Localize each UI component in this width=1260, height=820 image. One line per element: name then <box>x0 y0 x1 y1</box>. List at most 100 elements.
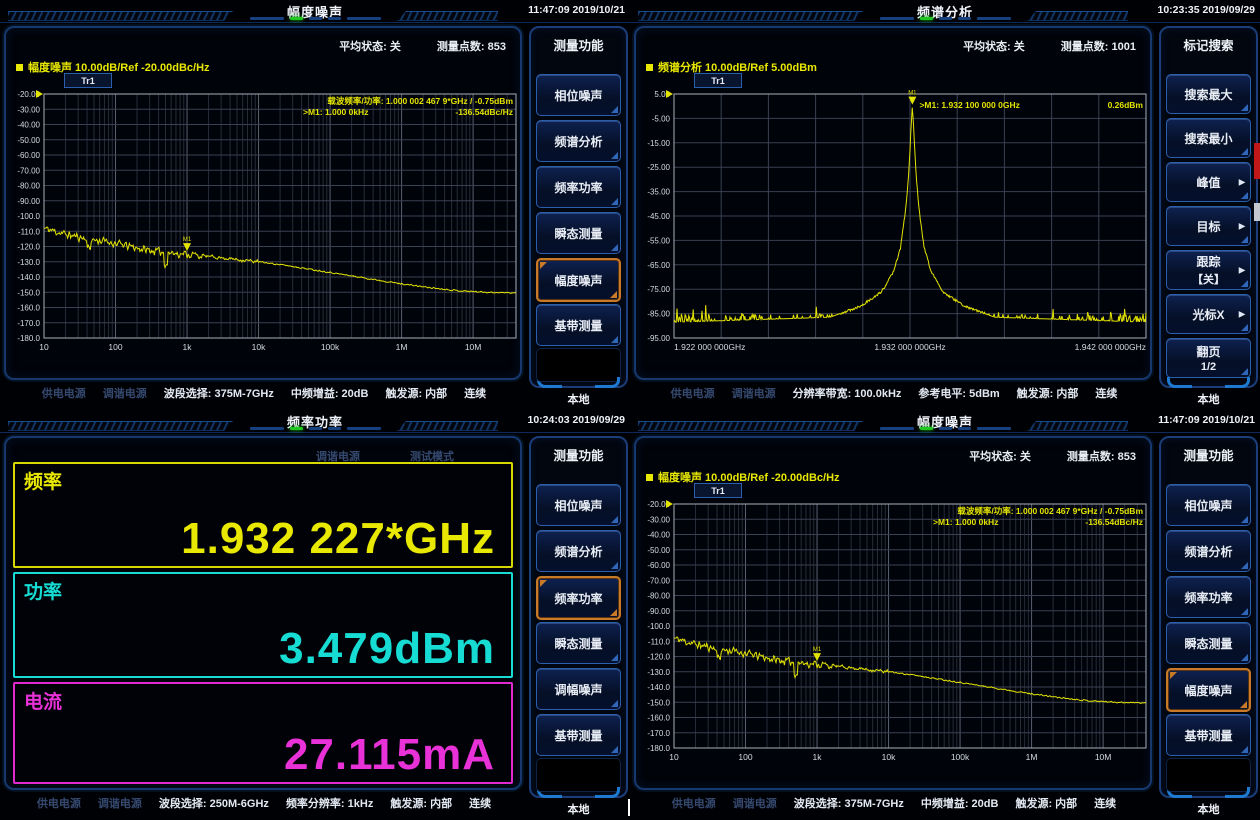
empty-menu-slot <box>536 758 621 792</box>
menu-button-transient[interactable]: 瞬态测量 <box>536 622 621 664</box>
y-tick: -65.00 <box>647 261 670 270</box>
freq-resolution-status: 频率分辨率: 1kHz <box>286 795 373 811</box>
menu-button-search-min[interactable]: 搜索最小 <box>1166 118 1251 158</box>
menu-button-peak[interactable]: 峰值▶ <box>1166 162 1251 202</box>
x-tick: 10k <box>252 342 266 352</box>
menu-button-spectrum[interactable]: 频谱分析 <box>1166 530 1251 572</box>
y-tick: -80.00 <box>17 182 40 191</box>
freq-power-panel: 调谐电源 测试模式 频率 1.932 227*GHz 功率 3.479dBm 电… <box>4 436 522 790</box>
menu-button-phase-noise[interactable]: 相位噪声 <box>536 484 621 526</box>
menu-button-baseband[interactable]: 基带测量 <box>536 714 621 756</box>
trace-header: 幅度噪声 10.00dB/Ref -20.00dBc/Hz <box>16 59 210 75</box>
plot-panel: 平均状态: 关 测量点数: 853 幅度噪声 10.00dB/Ref -20.0… <box>634 436 1152 790</box>
active-dash <box>290 427 303 430</box>
y-tick: -50.00 <box>647 546 670 555</box>
average-state: 平均状态: 关 <box>339 38 401 54</box>
empty-menu-slot <box>536 348 621 382</box>
power-supply-status: 供电电源 <box>671 385 715 401</box>
y-tick: -160.0 <box>647 714 670 723</box>
continuous-status: 连续 <box>1094 795 1116 811</box>
measure-status-row: 平均状态: 关 测量点数: 853 <box>969 448 1136 464</box>
band-select-status: 波段选择: 250M-6GHz <box>159 795 269 811</box>
menu-button-phase-noise[interactable]: 相位噪声 <box>536 74 621 116</box>
grid <box>674 94 1146 338</box>
submenu-arrow-icon: ▶ <box>1239 222 1245 231</box>
dash <box>250 427 284 430</box>
menu-frame: 测量功能 相位噪声 频谱分析 频率功率 瞬态测量 幅度噪声 基带测量 <box>529 26 628 388</box>
menu-button-spectrum[interactable]: 频谱分析 <box>536 120 621 162</box>
menu-column: 测量功能 相位噪声 频谱分析 频率功率 瞬态测量 调幅噪声 基带测量 本地 <box>528 410 629 820</box>
y-tick: -160.0 <box>17 304 40 313</box>
x-tick: 100k <box>951 752 970 762</box>
active-dash <box>920 17 933 20</box>
x-tick: 1M <box>1026 752 1038 762</box>
x-tick: 1.942 000 000GHz <box>1075 342 1146 352</box>
y-tick: -100.0 <box>647 622 670 631</box>
y-tick: -35.00 <box>647 188 670 197</box>
band-select-status: 波段选择: 375M-7GHz <box>794 795 904 811</box>
menu-button-freq-power[interactable]: 频率功率 <box>1166 576 1251 618</box>
quadrant-spectrum: 频谱分析 10:23:35 2019/09/29 平均状态: 关 测量点数: 1… <box>630 0 1260 410</box>
measure-points: 测量点数: 853 <box>1067 448 1136 464</box>
measure-points: 测量点数: 853 <box>437 38 506 54</box>
trigger-source-status: 触发源: 内部 <box>390 795 452 811</box>
menu-button-page[interactable]: 翻页1/2 <box>1166 338 1251 378</box>
y-tick: -45.00 <box>647 212 670 221</box>
menu-button-freq-power[interactable]: 频率功率 <box>536 576 621 620</box>
menu-button-freq-power[interactable]: 频率功率 <box>536 166 621 208</box>
dash <box>347 17 381 20</box>
dash <box>328 17 341 20</box>
menu-button-amplitude-noise[interactable]: 幅度噪声 <box>536 258 621 302</box>
active-dash <box>920 427 933 430</box>
quadrant-freq-power: 频率功率 10:24:03 2019/09/29 调谐电源 测试模式 频率 1.… <box>0 410 630 820</box>
menu-button-baseband[interactable]: 基带测量 <box>536 304 621 346</box>
quadrant-amplitude-noise-1: 幅度噪声 11:47:09 2019/10/21 平均状态: 关 测量点数: 8… <box>0 0 630 410</box>
edge-window-sliver-red <box>1254 143 1260 179</box>
menu-button-cursor-x[interactable]: 光标X▶ <box>1166 294 1251 334</box>
menu-button-phase-noise[interactable]: 相位噪声 <box>1166 484 1251 526</box>
menu-column: 标记搜索 搜索最大 搜索最小 峰值▶ 目标▶ 跟踪【关】▶ 光标X▶ 翻页1/2… <box>1158 0 1259 410</box>
power-supply-status: 供电电源 <box>672 795 716 811</box>
plot-panel: 平均状态: 关 测量点数: 1001 频谱分析 10.00dB/Ref 5.00… <box>634 26 1152 380</box>
x-tick: 10M <box>1095 752 1112 762</box>
frequency-readout-box: 频率 1.932 227*GHz <box>13 462 513 568</box>
menu-frame: 测量功能 相位噪声 频谱分析 频率功率 瞬态测量 调幅噪声 基带测量 <box>529 436 628 798</box>
menu-button-track[interactable]: 跟踪【关】▶ <box>1166 250 1251 290</box>
x-tick: 100k <box>321 342 340 352</box>
dash <box>880 17 914 20</box>
y-tick: -140.0 <box>17 273 40 282</box>
x-tick: 10k <box>882 752 896 762</box>
menu-button-search-max[interactable]: 搜索最大 <box>1166 74 1251 114</box>
y-tick: -95.00 <box>647 334 670 343</box>
submenu-arrow-icon: ▶ <box>1239 310 1245 319</box>
active-dash <box>290 17 303 20</box>
y-tick: -180.0 <box>647 744 670 753</box>
rbw-status: 分辨率带宽: 100.0kHz <box>793 385 902 401</box>
x-tick: 10 <box>39 342 49 352</box>
dash <box>309 17 322 20</box>
menu-header: 测量功能 <box>531 35 626 54</box>
y-tick: -150.0 <box>17 288 40 297</box>
dash <box>309 427 322 430</box>
tune-supply-status: 调谐电源 <box>98 795 142 811</box>
menu-button-baseband[interactable]: 基带测量 <box>1166 714 1251 756</box>
y-tick: -5.00 <box>652 114 671 123</box>
grid <box>44 94 516 338</box>
x-tick: 10M <box>465 342 482 352</box>
y-tick: -80.00 <box>647 592 670 601</box>
m1-marker-label: M1 <box>813 647 822 653</box>
menu-button-am-noise[interactable]: 调幅噪声 <box>536 668 621 710</box>
menu-button-transient[interactable]: 瞬态测量 <box>536 212 621 254</box>
menu-button-transient[interactable]: 瞬态测量 <box>1166 622 1251 664</box>
menu-button-amplitude-noise[interactable]: 幅度噪声 <box>1166 668 1251 712</box>
m1-marker-label: M1 <box>908 91 917 97</box>
plot-panel: 平均状态: 关 测量点数: 853 幅度噪声 10.00dB/Ref -20.0… <box>4 26 522 380</box>
menu-button-spectrum[interactable]: 频谱分析 <box>536 530 621 572</box>
x-tick: 100 <box>738 752 752 762</box>
x-tick: 10 <box>669 752 679 762</box>
menu-button-target[interactable]: 目标▶ <box>1166 206 1251 246</box>
y-tick: -180.0 <box>17 334 40 343</box>
dash <box>939 17 952 20</box>
quadrant-amplitude-noise-2: 幅度噪声 11:47:09 2019/10/21 平均状态: 关 测量点数: 8… <box>630 410 1260 820</box>
y-tick: -70.00 <box>647 576 670 585</box>
